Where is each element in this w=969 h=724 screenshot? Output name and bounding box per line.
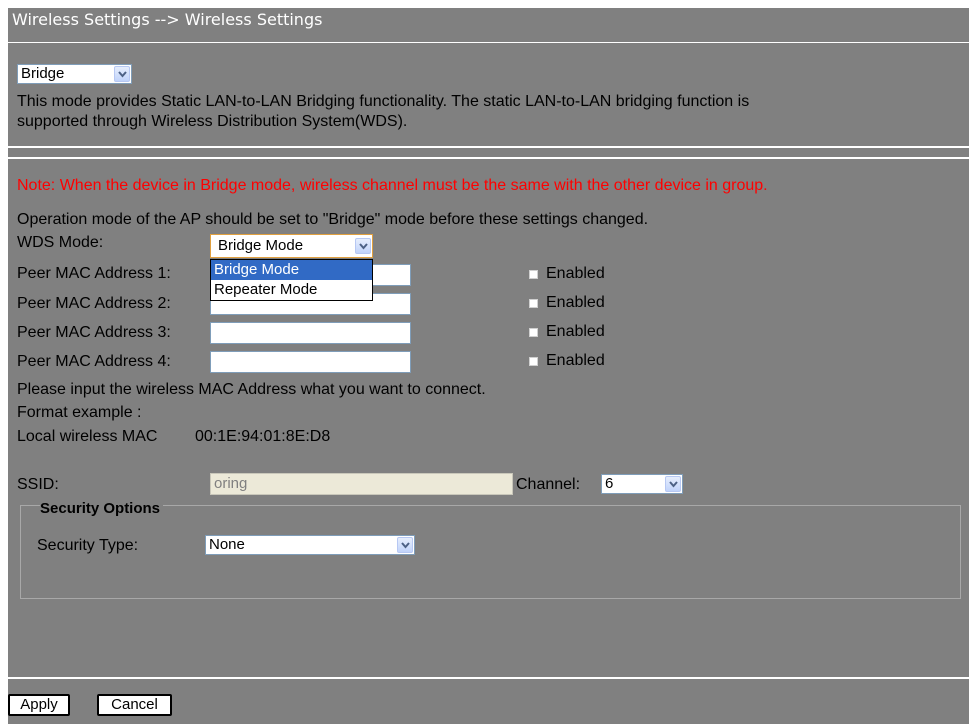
operation-mode-text: Operation mode of the AP should be set t… <box>17 211 649 228</box>
wds-mode-dropdown-list: Bridge Mode Repeater Mode <box>210 259 373 301</box>
peer-mac-3-enabled-label: Enabled <box>546 323 605 340</box>
security-options-group <box>20 505 961 599</box>
security-type-select-value: None <box>209 536 245 553</box>
format-example-text: Format example : <box>17 404 142 421</box>
mode-select-value: Bridge <box>21 65 65 82</box>
mode-description-line2: supported through Wireless Distribution … <box>17 113 408 130</box>
cancel-button[interactable]: Cancel <box>97 694 172 716</box>
chevron-down-icon <box>665 476 681 492</box>
mode-select[interactable]: Bridge <box>17 64 132 84</box>
mode-description-line1: This mode provides Static LAN-to-LAN Bri… <box>17 93 750 110</box>
security-type-label: Security Type: <box>37 537 139 554</box>
peer-mac-4-enabled-label: Enabled <box>546 352 605 369</box>
wds-option-bridge-mode[interactable]: Bridge Mode <box>211 260 372 280</box>
peer-mac-1-label: Peer MAC Address 1: <box>17 265 171 282</box>
security-options-legend: Security Options <box>40 500 164 517</box>
peer-mac-3-enabled-checkbox[interactable] <box>529 328 538 337</box>
wds-mode-select-value: Bridge Mode <box>218 237 304 254</box>
peer-mac-2-enabled-checkbox[interactable] <box>529 299 538 308</box>
peer-mac-4-enabled-checkbox[interactable] <box>529 357 538 366</box>
apply-button[interactable]: Apply <box>8 694 70 716</box>
wds-option-repeater-mode[interactable]: Repeater Mode <box>211 280 372 300</box>
chevron-down-icon <box>114 66 130 82</box>
peer-mac-1-enabled-checkbox[interactable] <box>529 270 538 279</box>
peer-mac-2-enabled-label: Enabled <box>546 294 605 311</box>
title-divider <box>8 42 969 43</box>
chevron-down-icon <box>397 537 413 553</box>
local-mac-value: 00:1E:94:01:8E:D8 <box>195 428 331 445</box>
wds-mode-label: WDS Mode: <box>17 234 104 251</box>
security-type-select[interactable]: None <box>205 535 415 555</box>
ssid-label: SSID: <box>17 476 59 493</box>
section-divider-1 <box>8 146 969 148</box>
peer-mac-4-label: Peer MAC Address 4: <box>17 353 171 370</box>
wds-mode-select[interactable]: Bridge Mode <box>210 234 373 258</box>
ssid-input[interactable]: oring <box>210 473 513 495</box>
footer-divider <box>8 677 969 679</box>
peer-mac-3-input[interactable] <box>210 322 411 344</box>
peer-mac-4-input[interactable] <box>210 351 411 373</box>
channel-label: Channel: <box>516 476 581 493</box>
bridge-note: Note: When the device in Bridge mode, wi… <box>17 177 768 194</box>
peer-mac-2-label: Peer MAC Address 2: <box>17 295 171 312</box>
section-divider-2 <box>8 157 969 159</box>
peer-mac-3-label: Peer MAC Address 3: <box>17 324 171 341</box>
channel-select-value: 6 <box>605 475 614 492</box>
chevron-down-icon <box>355 238 371 254</box>
peer-mac-1-enabled-label: Enabled <box>546 265 605 282</box>
mac-help-text: Please input the wireless MAC Address wh… <box>17 381 486 398</box>
page-title: Wireless Settings --> Wireless Settings <box>12 10 323 29</box>
local-mac-label: Local wireless MAC <box>17 428 158 445</box>
channel-select[interactable]: 6 <box>601 474 683 494</box>
